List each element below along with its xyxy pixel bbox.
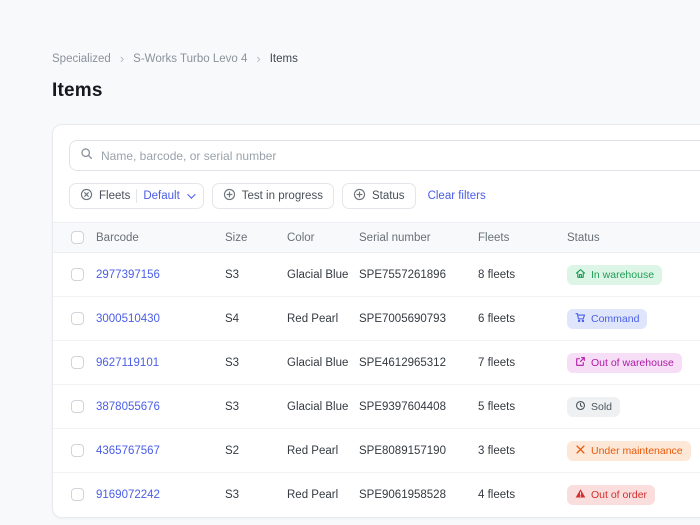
status-badge: Command — [567, 308, 648, 329]
table-row: 3878055676 S3 Glacial Blue SPE9397604408… — [53, 384, 700, 429]
fleets-cell: 3 fleets — [478, 428, 567, 473]
barcode-link[interactable]: 4365767567 — [96, 445, 160, 457]
chevron-right-icon: › — [119, 51, 125, 66]
row-checkbox[interactable] — [71, 312, 84, 325]
fleets-filter-chip[interactable]: Fleets Default — [69, 183, 204, 209]
breadcrumb-item-items: Items — [269, 52, 298, 65]
sold-icon — [575, 400, 586, 414]
color-cell: Red Pearl — [287, 296, 359, 341]
serial-cell: SPE9061958528 — [359, 488, 446, 501]
status-badge: In warehouse — [567, 264, 663, 285]
divider — [136, 189, 138, 203]
header-size: Size — [225, 222, 287, 253]
header-color: Color — [287, 222, 359, 253]
maintenance-icon — [575, 444, 586, 458]
barcode-link[interactable]: 3000510430 — [96, 313, 160, 325]
size-cell: S4 — [225, 296, 287, 341]
items-table: Barcode Size Color Serial number Fleets … — [53, 222, 700, 517]
fleets-filter-value[interactable]: Default — [143, 190, 179, 202]
row-checkbox[interactable] — [71, 400, 84, 413]
search-bar[interactable] — [69, 140, 700, 171]
clear-filters-link[interactable]: Clear filters — [428, 190, 486, 202]
page-title: Items — [52, 80, 103, 101]
status-label: In warehouse — [591, 268, 655, 281]
barcode-link[interactable]: 2977397156 — [96, 269, 160, 281]
test-in-progress-filter-label: Test in progress — [241, 190, 323, 202]
chevron-right-icon: › — [256, 51, 261, 66]
header-serial-number: Serial number — [359, 222, 478, 253]
filter-bar: Fleets Default Test in progress Status C… — [69, 183, 700, 209]
cart-icon — [575, 312, 586, 326]
color-cell: Glacial Blue — [287, 340, 359, 385]
row-checkbox[interactable] — [71, 268, 84, 281]
barcode-link[interactable]: 3878055676 — [96, 401, 160, 413]
status-filter-chip[interactable]: Status — [341, 183, 416, 209]
row-checkbox[interactable] — [71, 356, 84, 369]
warehouse-icon — [575, 268, 586, 282]
table-row: 9627119101 S3 Glacial Blue SPE4612965312… — [53, 340, 700, 385]
header-status: Status — [567, 222, 700, 253]
fleets-cell: 7 fleets — [478, 340, 567, 385]
fleets-cell: 6 fleets — [478, 296, 567, 341]
search-icon — [80, 147, 93, 165]
serial-cell: SPE9397604408 — [359, 384, 478, 429]
status-badge: Out of warehouse — [567, 352, 682, 373]
breadcrumb-item-sworks-turbo-levo-4[interactable]: S-Works Turbo Levo 4 — [133, 53, 247, 65]
size-cell: S3 — [225, 384, 287, 429]
status-label: Under maintenance — [591, 444, 683, 457]
color-cell: Red Pearl — [287, 488, 339, 501]
remove-filter-icon[interactable] — [80, 188, 93, 204]
header-barcode: Barcode — [96, 222, 225, 253]
status-filter-label: Status — [371, 190, 405, 202]
add-filter-icon — [223, 188, 236, 204]
size-cell: S3 — [225, 252, 287, 297]
status-label: Command — [591, 312, 640, 325]
row-checkbox[interactable] — [71, 488, 84, 502]
test-in-progress-filter-chip[interactable]: Test in progress — [211, 183, 334, 209]
table-row: 2977397156 S3 Glacial Blue SPE7557261896… — [53, 252, 700, 297]
box-out-icon — [575, 356, 586, 370]
row-checkbox[interactable] — [71, 444, 84, 457]
items-panel: Fleets Default Test in progress — [52, 124, 700, 518]
status-badge: Out of order — [567, 484, 656, 505]
table-row: 9169072242 S3 Red Pearl SPE9061958528 4 … — [53, 473, 700, 517]
select-all-checkbox[interactable] — [71, 231, 84, 244]
size-cell: S3 — [225, 340, 287, 385]
serial-cell: SPE7005690793 — [359, 296, 478, 341]
header-fleets: Fleets — [478, 222, 567, 253]
fleets-cell: 5 fleets — [478, 384, 567, 429]
serial-cell: SPE8089157190 — [359, 428, 478, 473]
breadcrumb-item-specialized[interactable]: Specialized — [52, 53, 111, 65]
search-input[interactable] — [101, 148, 700, 163]
table-row: 3000510430 S4 Red Pearl SPE7005690793 6 … — [53, 296, 700, 341]
serial-cell: SPE4612965312 — [359, 340, 478, 385]
status-badge: Under maintenance — [567, 440, 691, 461]
breadcrumb: Specialized › S-Works Turbo Levo 4 › Ite… — [52, 52, 700, 65]
fleets-cell: 8 fleets — [478, 252, 567, 297]
status-label: Out of order — [591, 488, 648, 501]
status-badge: Sold — [567, 396, 621, 417]
fleets-filter-label: Fleets — [99, 190, 131, 202]
serial-cell: SPE7557261896 — [359, 252, 478, 297]
size-cell: S3 — [225, 488, 240, 501]
barcode-link[interactable]: 9627119101 — [96, 357, 159, 369]
size-cell: S2 — [225, 428, 287, 473]
table-header-row: Barcode Size Color Serial number Fleets … — [53, 222, 700, 253]
add-filter-icon — [353, 188, 366, 204]
status-label: Sold — [591, 400, 613, 413]
color-cell: Glacial Blue — [287, 252, 359, 297]
table-row: 4365767567 S2 Red Pearl SPE8089157190 3 … — [53, 428, 700, 473]
fleets-cell: 4 fleets — [478, 488, 516, 501]
barcode-link[interactable]: 9169072242 — [96, 489, 160, 501]
color-cell: Glacial Blue — [287, 384, 359, 429]
status-label: Out of warehouse — [591, 356, 674, 369]
warning-icon — [575, 488, 586, 502]
page: Specialized › S-Works Turbo Levo 4 › Ite… — [0, 0, 700, 518]
color-cell: Red Pearl — [287, 428, 359, 473]
chevron-down-icon — [186, 190, 196, 199]
